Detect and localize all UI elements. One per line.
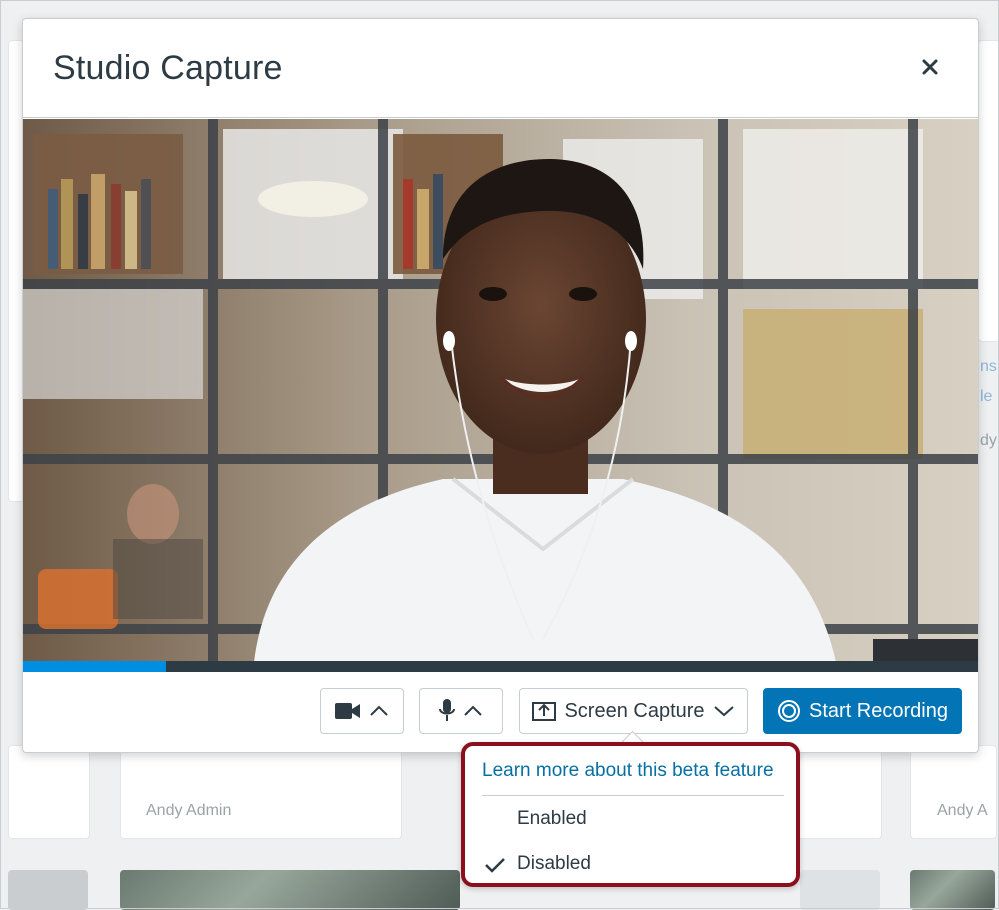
screen-share-icon — [532, 702, 557, 721]
camera-preview-image — [23, 119, 978, 672]
studio-capture-modal: Studio Capture Screen Capture Start Reco… — [22, 18, 979, 753]
menu-option-disabled[interactable]: Disabled — [517, 853, 591, 875]
start-recording-button[interactable]: Start Recording — [763, 688, 962, 734]
close-icon — [922, 59, 938, 75]
video-camera-icon — [335, 703, 360, 719]
close-button[interactable] — [916, 53, 944, 81]
chevron-up-icon — [464, 705, 482, 716]
recording-progress-track[interactable] — [23, 661, 978, 672]
start-recording-label: Start Recording — [809, 699, 948, 722]
capture-controls: Screen Capture Start Recording — [23, 672, 978, 752]
recording-progress-fill — [23, 661, 167, 672]
learn-more-link[interactable]: Learn more about this beta feature — [482, 760, 774, 782]
menu-divider — [482, 795, 784, 796]
chevron-up-icon — [370, 705, 388, 716]
modal-header: Studio Capture — [23, 19, 978, 118]
microphone-icon — [439, 699, 455, 721]
record-icon — [778, 700, 801, 722]
camera-select-button[interactable] — [320, 688, 404, 734]
camera-preview — [23, 119, 978, 672]
screen-capture-menu: Learn more about this beta feature Enabl… — [461, 742, 800, 887]
menu-option-enabled[interactable]: Enabled — [517, 808, 587, 830]
modal-title: Studio Capture — [53, 49, 283, 87]
microphone-select-button[interactable] — [419, 688, 503, 734]
screen-capture-button[interactable]: Screen Capture — [519, 688, 748, 734]
checkmark-icon — [485, 858, 505, 873]
chevron-down-icon — [713, 706, 734, 717]
screen-capture-label: Screen Capture — [564, 699, 705, 722]
